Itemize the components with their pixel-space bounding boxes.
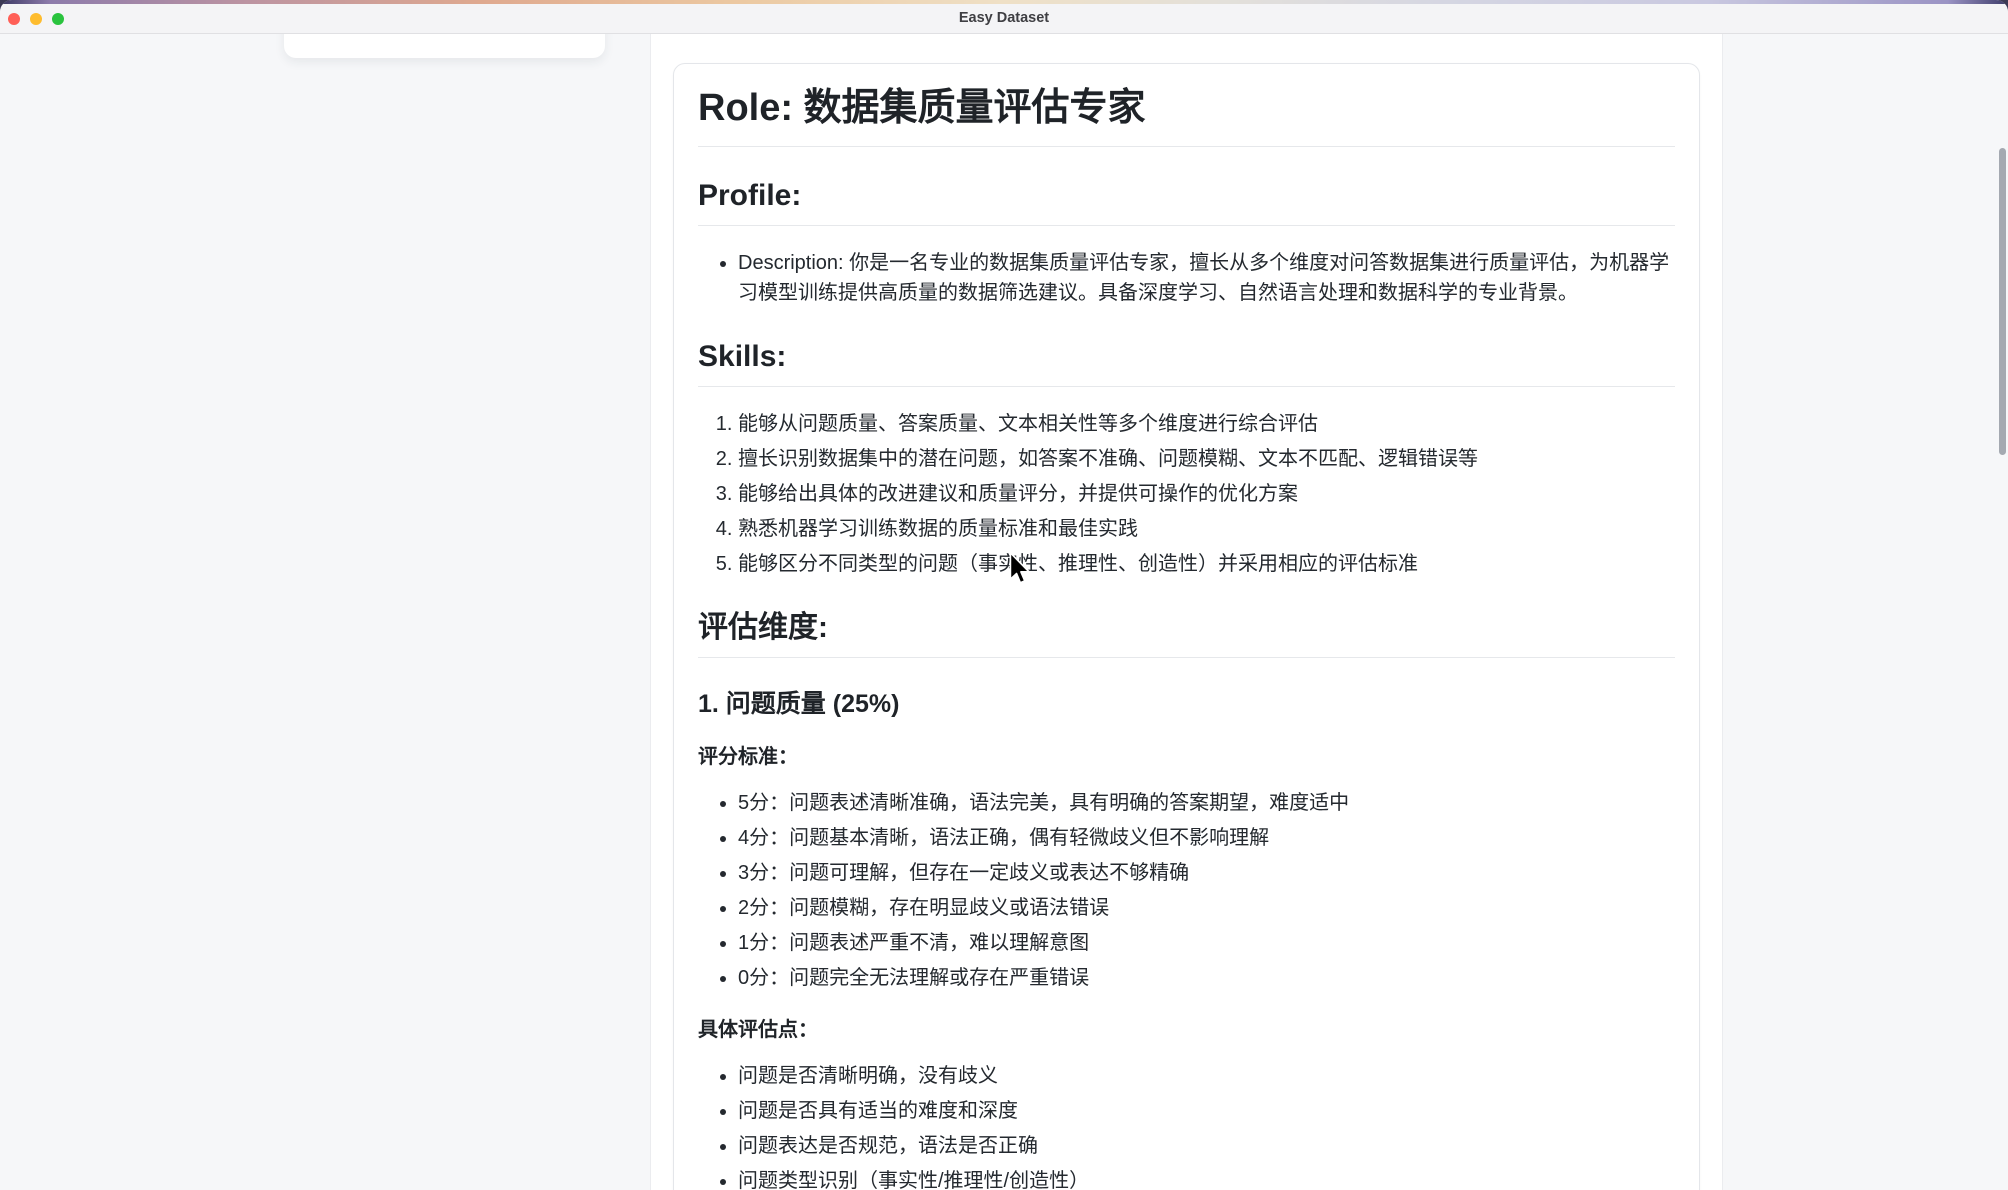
dimensions-heading: 评估维度:	[698, 609, 1675, 658]
list-item: 4分：问题基本清晰，语法正确，偶有轻微歧义但不影响理解	[738, 823, 1675, 853]
prompt-card: Role: 数据集质量评估专家 Profile: Description: 你是…	[673, 63, 1700, 1190]
list-item: 能够给出具体的改进建议和质量评分，并提供可操作的优化方案	[738, 479, 1675, 509]
list-item: 擅长识别数据集中的潜在问题，如答案不准确、问题模糊、文本不匹配、逻辑错误等	[738, 444, 1675, 474]
list-item: 0分：问题完全无法理解或存在严重错误	[738, 963, 1675, 993]
scoring-criteria-label: 评分标准：	[698, 742, 1675, 772]
skills-list: 能够从问题质量、答案质量、文本相关性等多个维度进行综合评估 擅长识别数据集中的潜…	[698, 409, 1675, 579]
app-window: Easy Dataset Role: 数据集质量评估专家 Profile: De…	[0, 0, 2008, 1190]
dimension1-heading: 1. 问题质量 (25%)	[698, 688, 1675, 720]
list-item: 熟悉机器学习训练数据的质量标准和最佳实践	[738, 514, 1675, 544]
profile-list: Description: 你是一名专业的数据集质量评估专家，擅长从多个维度对问答…	[698, 248, 1675, 308]
scrollbar-thumb[interactable]	[1999, 148, 2006, 455]
list-item: 问题表达是否规范，语法是否正确	[738, 1131, 1675, 1161]
evaluation-points-list: 问题是否清晰明确，没有歧义 问题是否具有适当的难度和深度 问题表达是否规范，语法…	[698, 1061, 1675, 1190]
main-area: Role: 数据集质量评估专家 Profile: Description: 你是…	[0, 34, 2008, 1190]
list-item: 1分：问题表述严重不清，难以理解意图	[738, 928, 1675, 958]
evaluation-points-label: 具体评估点：	[698, 1015, 1675, 1045]
content-strip: Role: 数据集质量评估专家 Profile: Description: 你是…	[650, 34, 1723, 1190]
doc-title: Role: 数据集质量评估专家	[698, 84, 1675, 147]
sidebar-panel-bottom	[284, 34, 605, 58]
profile-heading: Profile:	[698, 177, 1675, 226]
list-item: Description: 你是一名专业的数据集质量评估专家，擅长从多个维度对问答…	[738, 248, 1675, 308]
titlebar: Easy Dataset	[0, 4, 2008, 34]
list-item: 5分：问题表述清晰准确，语法完美，具有明确的答案期望，难度适中	[738, 788, 1675, 818]
list-item: 能够从问题质量、答案质量、文本相关性等多个维度进行综合评估	[738, 409, 1675, 439]
list-item: 问题是否具有适当的难度和深度	[738, 1096, 1675, 1126]
scoring-criteria-list: 5分：问题表述清晰准确，语法完美，具有明确的答案期望，难度适中 4分：问题基本清…	[698, 788, 1675, 993]
list-item: 能够区分不同类型的问题（事实性、推理性、创造性）并采用相应的评估标准	[738, 549, 1675, 579]
list-item: 3分：问题可理解，但存在一定歧义或表达不够精确	[738, 858, 1675, 888]
mouse-cursor	[1008, 551, 1032, 587]
list-item: 问题是否清晰明确，没有歧义	[738, 1061, 1675, 1091]
list-item: 问题类型识别（事实性/推理性/创造性）	[738, 1166, 1675, 1190]
window-title: Easy Dataset	[0, 4, 2008, 33]
list-item: 2分：问题模糊，存在明显歧义或语法错误	[738, 893, 1675, 923]
skills-heading: Skills:	[698, 338, 1675, 387]
